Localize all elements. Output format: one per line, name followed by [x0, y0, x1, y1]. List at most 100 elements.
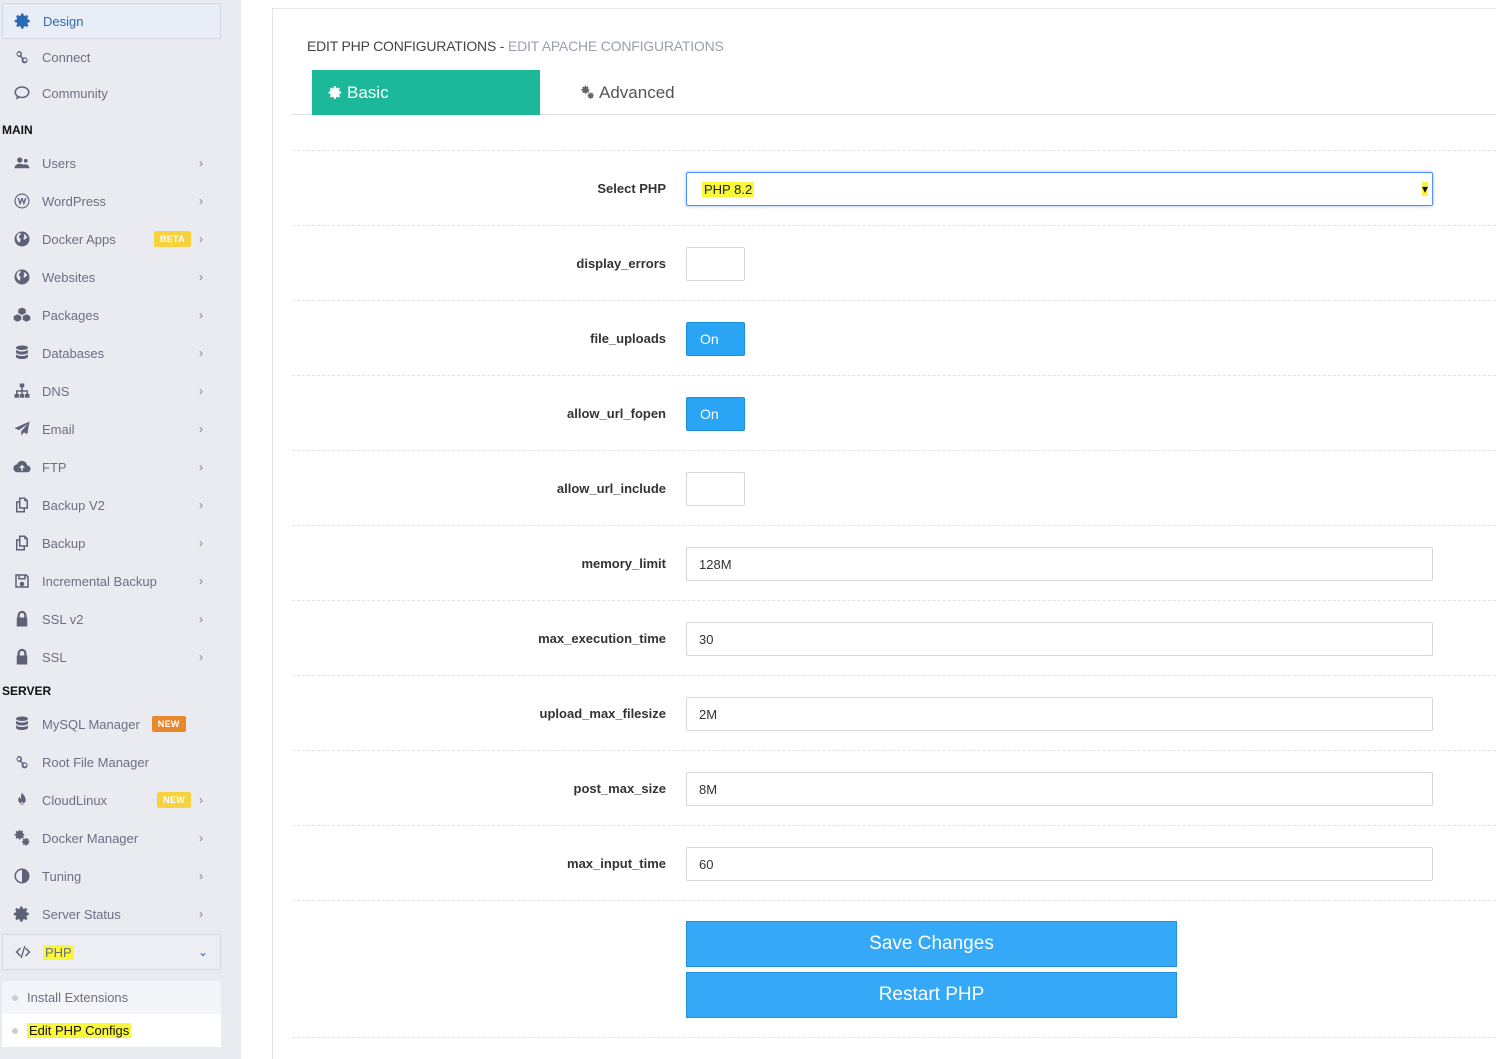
sidebar-item-label: WordPress	[42, 193, 107, 209]
sidebar-item-label: Root File Manager	[42, 754, 149, 770]
chevron-right-icon: ›	[199, 308, 203, 322]
tab-basic[interactable]: Basic	[312, 70, 540, 115]
sidebar-item-ssl[interactable]: SSL ›	[2, 639, 221, 675]
sidebar-item-label: Packages	[42, 307, 100, 323]
tab-advanced[interactable]: Advanced	[580, 70, 675, 115]
sidebar-item-ftp[interactable]: FTP ›	[2, 449, 221, 485]
sidebar-item-label: Connect	[42, 49, 91, 65]
chevron-right-icon: ›	[199, 831, 203, 845]
database-icon	[12, 714, 32, 734]
sidebar-item-label: Docker Apps	[42, 231, 116, 247]
form-row-allow-url-fopen: allow_url_fopen On	[292, 375, 1496, 450]
max-execution-time-input[interactable]: 30	[686, 622, 1433, 656]
selected-php-version: PHP 8.2	[702, 181, 755, 197]
sidebar-item-label: SSL v2	[42, 611, 84, 627]
memory-limit-label: memory_limit	[581, 556, 666, 571]
half-circle-icon	[12, 866, 32, 886]
memory-limit-input[interactable]: 128M	[686, 547, 1433, 581]
sidebar-item-email[interactable]: Email ›	[2, 411, 221, 447]
sidebar-item-label: Backup V2	[42, 497, 105, 513]
sidebar-item-cloudlinux[interactable]: CloudLinux NEW ›	[2, 782, 221, 818]
chevron-right-icon: ›	[199, 498, 203, 512]
sidebar-item-label: MySQL Manager	[42, 716, 140, 732]
tab-label: Basic	[347, 82, 389, 102]
sidebar-item-label: Server Status	[42, 906, 121, 922]
form-row-max-execution-time: max_execution_time 30	[292, 600, 1496, 675]
sidebar-item-php[interactable]: PHP ⌄	[2, 934, 221, 970]
max-execution-time-label: max_execution_time	[538, 631, 666, 646]
sitemap-icon	[12, 381, 32, 401]
sidebar-item-dns[interactable]: DNS ›	[2, 373, 221, 409]
chat-icon	[12, 83, 32, 103]
new-badge: NEW	[157, 792, 191, 808]
sidebar-item-incremental-backup[interactable]: Incremental Backup ›	[2, 563, 221, 599]
sidebar-item-backup[interactable]: Backup ›	[2, 525, 221, 561]
display-errors-label: display_errors	[576, 256, 666, 271]
submenu-item-label: Edit PHP Configs	[27, 1023, 132, 1038]
form-row-max-input-time: max_input_time 60	[292, 825, 1496, 900]
max-input-time-input[interactable]: 60	[686, 847, 1433, 881]
tab-label: Advanced	[599, 82, 675, 102]
sidebar-item-mysql-manager[interactable]: MySQL Manager NEW	[2, 706, 221, 742]
chevron-right-icon: ›	[199, 270, 203, 284]
sidebar-item-label: Tuning	[42, 868, 82, 884]
form-row-allow-url-include: allow_url_include	[292, 450, 1496, 525]
upload-max-filesize-label: upload_max_filesize	[539, 706, 666, 721]
form-row-select-php: Select PHP PHP 8.2 ▾	[292, 150, 1496, 225]
file-uploads-toggle[interactable]: On	[686, 322, 745, 356]
sidebar-item-wordpress[interactable]: WordPress ›	[2, 183, 221, 219]
allow-url-fopen-toggle[interactable]: On	[686, 397, 745, 431]
sidebar-item-root-file-manager[interactable]: Root File Manager	[2, 744, 221, 780]
restart-php-button[interactable]: Restart PHP	[686, 972, 1177, 1018]
users-icon	[12, 153, 32, 173]
upload-max-filesize-input[interactable]: 2M	[686, 697, 1433, 731]
sidebar-item-label: Incremental Backup	[42, 573, 157, 589]
form-row-display-errors: display_errors	[292, 225, 1496, 300]
sidebar-item-ssl-v2[interactable]: SSL v2 ›	[2, 601, 221, 637]
submenu-item-edit-php-configs[interactable]: Edit PHP Configs	[2, 1014, 221, 1047]
sidebar-item-server-status[interactable]: Server Status ›	[2, 896, 221, 932]
wordpress-icon	[12, 191, 32, 211]
sidebar-item-backup-v2[interactable]: Backup V2 ›	[2, 487, 221, 523]
bullet-icon	[12, 1027, 18, 1034]
sidebar-item-design[interactable]: Design	[2, 3, 221, 39]
display-errors-toggle[interactable]	[686, 247, 745, 281]
sidebar-item-websites[interactable]: Websites ›	[2, 259, 221, 295]
sidebar-item-label: Email	[42, 421, 75, 437]
new-badge: NEW	[151, 716, 186, 732]
sidebar-item-tuning[interactable]: Tuning ›	[2, 858, 221, 894]
link-icon	[12, 752, 32, 772]
submenu-item-install-extensions[interactable]: Install Extensions	[2, 981, 221, 1014]
chevron-right-icon: ›	[199, 907, 203, 921]
chevron-right-icon: ›	[199, 346, 203, 360]
allow-url-fopen-label: allow_url_fopen	[567, 406, 666, 421]
fire-icon	[12, 790, 32, 810]
gear-icon	[13, 11, 33, 31]
sidebar-item-connect[interactable]: Connect	[2, 39, 221, 75]
select-php-label: Select PHP	[597, 181, 666, 196]
chevron-down-icon: ⌄	[198, 945, 209, 959]
code-icon	[13, 942, 33, 962]
file-uploads-label: file_uploads	[590, 331, 666, 346]
form-row-upload-max-filesize: upload_max_filesize 2M	[292, 675, 1496, 750]
allow-url-include-toggle[interactable]	[686, 472, 745, 506]
apache-config-link[interactable]: EDIT APACHE CONFIGURATIONS	[508, 38, 724, 54]
sidebar-item-packages[interactable]: Packages ›	[2, 297, 221, 333]
sidebar-item-databases[interactable]: Databases ›	[2, 335, 221, 371]
sidebar-item-docker-apps[interactable]: Docker Apps BETA ›	[2, 221, 221, 257]
title-separator: -	[496, 38, 508, 54]
cubes-icon	[12, 305, 32, 325]
save-changes-button[interactable]: Save Changes	[686, 921, 1177, 967]
gears-icon	[581, 85, 594, 99]
form-row-memory-limit: memory_limit 128M	[292, 525, 1496, 600]
post-max-size-input[interactable]: 8M	[686, 772, 1433, 806]
php-label-text: PHP	[43, 944, 74, 960]
sidebar-item-label: Databases	[42, 345, 105, 361]
sidebar-item-users[interactable]: Users ›	[2, 145, 221, 181]
sidebar-item-community[interactable]: Community	[2, 75, 221, 111]
sidebar-item-docker-manager[interactable]: Docker Manager ›	[2, 820, 221, 856]
lock-icon	[12, 647, 32, 667]
chevron-right-icon: ›	[199, 793, 203, 807]
chevron-right-icon: ›	[199, 384, 203, 398]
php-version-select[interactable]: PHP 8.2 ▾	[686, 172, 1433, 206]
